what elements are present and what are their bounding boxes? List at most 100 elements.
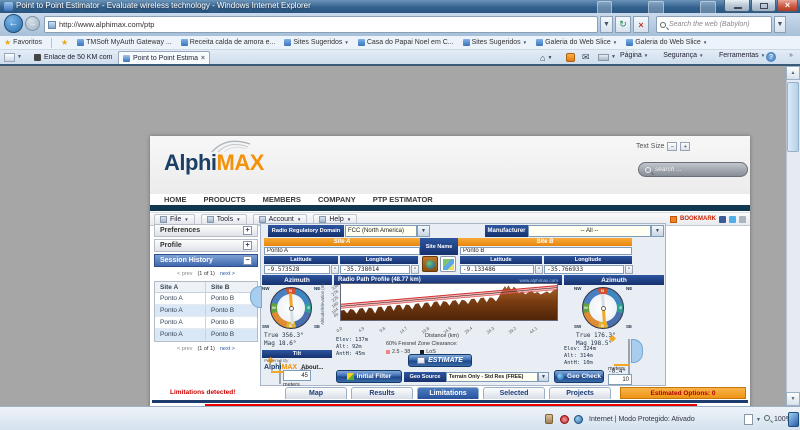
home-icon[interactable]: ⌂ ▼ (540, 53, 552, 63)
site-a-latitude-field[interactable]: -9.573528 (264, 265, 330, 274)
map-icon[interactable] (440, 256, 456, 272)
command-segurança[interactable]: Segurança ▼ (663, 52, 703, 59)
next-link[interactable]: next > (220, 346, 235, 352)
site-search-input[interactable]: search ... (638, 162, 748, 177)
site-a-compass[interactable]: NSWE (270, 287, 312, 329)
help-icon[interactable]: ? (766, 52, 776, 62)
scroll-down-icon[interactable]: ▼ (786, 392, 800, 406)
share-icon[interactable] (739, 215, 746, 223)
stop-icon[interactable]: × (633, 16, 649, 33)
sidebar-item-session-history[interactable]: Session History − (154, 254, 258, 267)
chevron-down-icon[interactable]: ▼ (703, 40, 707, 45)
degree-toggle-button[interactable]: ° (411, 265, 419, 274)
zoom-icon[interactable] (764, 415, 770, 421)
tab-close-icon[interactable]: × (201, 55, 205, 62)
nav-item-products[interactable]: PRODUCTS (204, 195, 246, 204)
page-view-icon[interactable] (744, 414, 753, 425)
facebook-icon[interactable] (719, 215, 726, 223)
tab-map[interactable]: Map (285, 387, 347, 399)
degree-toggle-button[interactable]: ° (331, 265, 339, 274)
collapse-icon[interactable]: − (243, 256, 252, 265)
site-a-longitude-field[interactable]: -35.738014 (340, 265, 410, 274)
url-dropdown-icon[interactable]: ▼ (600, 16, 613, 33)
favorites-bar-item[interactable]: TMSoft MyAuth Gateway ... (77, 39, 172, 46)
scrollbar-thumb[interactable] (787, 82, 799, 152)
chevron-down-icon[interactable]: ▼ (538, 372, 549, 382)
geo-source-select[interactable]: Terrain Only - Std Res (FREE) (446, 372, 538, 382)
degree-toggle-button[interactable]: ° (625, 265, 633, 274)
initial-filter-button[interactable]: Initial Filter (336, 370, 402, 383)
favorites-button[interactable]: ★ Favoritos (4, 38, 42, 47)
manufacturer-select[interactable]: -- All -- (528, 225, 651, 237)
favorites-bar-item[interactable]: Casa do Papai Noel em C... (357, 39, 454, 46)
sidebar-item-profile[interactable]: Profile + (154, 239, 258, 252)
panel-collapse-handle-left[interactable] (250, 286, 262, 308)
site-a-antenna-height-input[interactable]: 45 (283, 370, 311, 381)
session-row[interactable]: Ponto A Ponto B (155, 305, 257, 317)
site-b-antenna-height-input[interactable]: 10 (608, 374, 632, 385)
nav-item-ptp-estimator[interactable]: PTP ESTIMATOR (373, 195, 433, 204)
search-dropdown-icon[interactable]: ▼ (774, 16, 786, 33)
maximize-button[interactable] (751, 0, 776, 12)
twitter-icon[interactable] (729, 215, 736, 223)
geo-check-button[interactable]: Geo Check (554, 370, 604, 383)
back-button[interactable]: ← (4, 14, 23, 33)
next-link[interactable]: next > (220, 271, 235, 277)
tab-projects[interactable]: Projects (549, 387, 611, 399)
rss-feed-icon[interactable] (566, 53, 575, 62)
chevron-down-icon[interactable]: ▼ (344, 40, 348, 45)
expand-icon[interactable]: + (243, 226, 252, 235)
refresh-icon[interactable]: ↻ (615, 16, 631, 33)
sidebar-item-preferences[interactable]: Preferences + (154, 224, 258, 237)
overflow-chevron-icon[interactable]: » (789, 52, 793, 59)
chevron-down-icon[interactable]: ▼ (651, 225, 664, 237)
tab-results[interactable]: Results (351, 387, 413, 399)
browser-tab[interactable]: Enlace de 50 KM com Roc... (30, 51, 116, 64)
site-b-name-field[interactable]: Ponto B (460, 247, 632, 255)
web-search-input[interactable]: Search the web (Babylon) (656, 16, 772, 33)
text-size-decrease-button[interactable]: − (667, 142, 678, 151)
estimate-button[interactable]: ESTIMATE (408, 354, 472, 367)
chevron-down-icon[interactable]: ▼ (417, 225, 430, 237)
command-página[interactable]: Página ▼ (620, 52, 648, 59)
minimize-button[interactable] (724, 0, 750, 12)
prev-link[interactable]: < prev (177, 271, 192, 277)
session-row[interactable]: Ponto A Ponto B (155, 329, 257, 341)
menu-tools[interactable]: Tools ▼ (200, 213, 247, 225)
nav-item-home[interactable]: HOME (164, 195, 187, 204)
bookmark-icon[interactable] (670, 215, 677, 223)
favorites-bar-item[interactable]: Galeria do Web Slice ▼ (626, 39, 707, 46)
nav-item-company[interactable]: COMPANY (318, 195, 356, 204)
browser-tab[interactable]: Point to Point Estimato...× (118, 51, 210, 64)
addon-icon[interactable] (788, 412, 799, 427)
favorites-bar-item[interactable]: Sites Sugeridos ▼ (462, 39, 527, 46)
prev-link[interactable]: < prev (177, 346, 192, 352)
command-ferramentas[interactable]: Ferramentas ▼ (719, 52, 765, 59)
tab-limitations[interactable]: Limitations (417, 387, 479, 399)
print-dropdown-icon[interactable]: ▼ (611, 54, 616, 60)
nav-item-members[interactable]: MEMBERS (263, 195, 301, 204)
read-mail-icon[interactable]: ✉ (582, 52, 590, 63)
close-button[interactable]: × (777, 0, 798, 12)
favorites-bar-item[interactable]: Receita calda de amora e... (180, 39, 275, 46)
session-row[interactable]: Ponto A Ponto B (155, 293, 257, 305)
expand-icon[interactable]: + (243, 241, 252, 250)
url-field[interactable]: http://www.alphimax.com/ptp (44, 16, 598, 33)
favorites-bar-item[interactable]: Sites Sugeridos ▼ (284, 39, 349, 46)
text-size-increase-button[interactable]: + (680, 142, 691, 151)
site-b-compass[interactable]: NSWE (582, 287, 624, 329)
chevron-down-icon[interactable]: ▼ (613, 40, 617, 45)
quick-tabs-icon[interactable] (4, 53, 15, 62)
favorites-bar-item[interactable]: Galeria do Web Slice ▼ (536, 39, 617, 46)
degree-toggle-button[interactable]: ° (535, 265, 543, 274)
site-b-longitude-field[interactable]: -35.766933 (544, 265, 624, 274)
google-earth-icon[interactable] (422, 256, 438, 272)
add-favorite-star-icon[interactable]: ★ (61, 38, 68, 47)
scroll-up-icon[interactable]: ▲ (786, 66, 800, 80)
tab-selected[interactable]: Selected (483, 387, 545, 399)
site-a-name-field[interactable]: Ponto A (264, 247, 420, 255)
regulatory-domain-select[interactable]: FCC (North America) (345, 225, 417, 237)
chevron-down-icon[interactable]: ▼ (756, 417, 761, 423)
site-b-latitude-field[interactable]: -9.133486 (460, 265, 534, 274)
quick-tabs-dropdown-icon[interactable]: ▼ (17, 54, 22, 60)
